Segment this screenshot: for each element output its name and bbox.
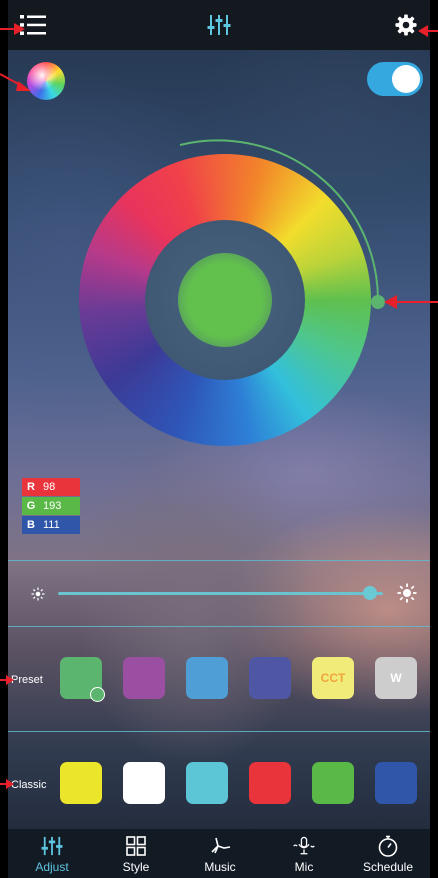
annotation-arrow-settings (418, 25, 438, 37)
annotation-arrow-menu (0, 23, 25, 35)
annotation-arrow-wheel-handle (384, 295, 438, 309)
annotation-arrow-color-ball (0, 73, 31, 91)
annotation-arrow-classic (0, 779, 14, 789)
annotation-arrow-preset (0, 675, 14, 685)
wheel-handle (371, 295, 385, 309)
wheel-position-arc (179, 139, 385, 309)
app-screen: R 98 G 193 B 111 Preset CCT W Classic Ad… (0, 0, 438, 878)
